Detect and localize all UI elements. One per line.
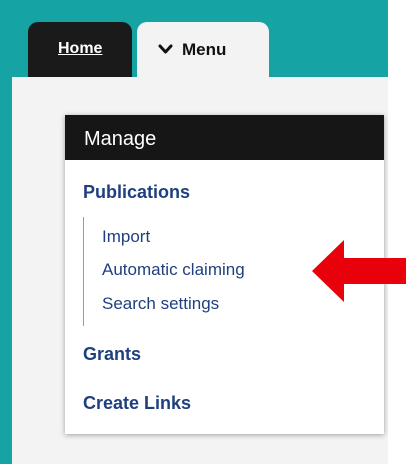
manage-header: Manage <box>65 115 384 160</box>
tab-home-label[interactable]: Home <box>58 40 102 57</box>
publications-submenu: Import Automatic claiming Search setting… <box>83 217 245 326</box>
import-link[interactable]: Import <box>102 227 150 247</box>
publications-link[interactable]: Publications <box>83 182 190 203</box>
search-settings-link[interactable]: Search settings <box>102 294 219 314</box>
tab-menu-label[interactable]: Menu <box>182 40 226 60</box>
create-links-link[interactable]: Create Links <box>83 393 191 414</box>
red-arrow-icon <box>312 240 406 302</box>
automatic-claiming-link[interactable]: Automatic claiming <box>102 260 245 280</box>
tab-menu[interactable]: Menu <box>137 22 269 79</box>
tab-home[interactable]: Home <box>28 22 132 77</box>
grants-link[interactable]: Grants <box>83 344 141 365</box>
chevron-down-icon <box>158 44 173 54</box>
